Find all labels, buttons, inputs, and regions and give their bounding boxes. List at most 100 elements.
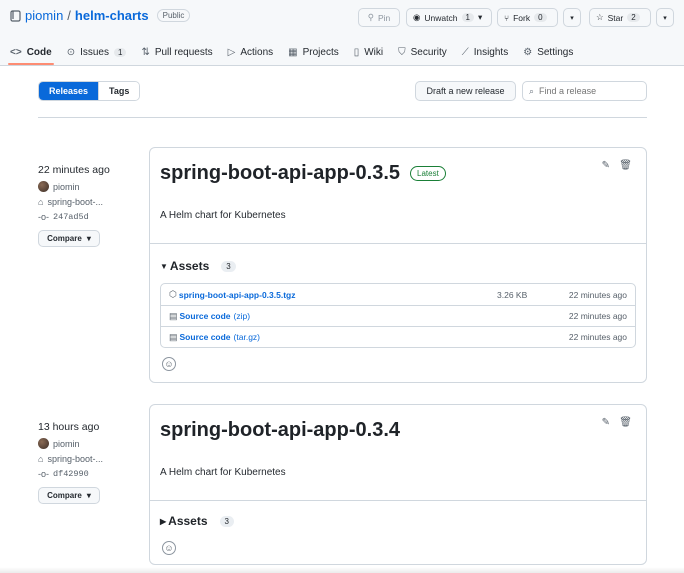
play-icon: ▷ [227,46,236,58]
avatar [38,438,49,449]
compare-button[interactable]: Compare ▾ [38,487,100,504]
assets-toggle[interactable]: ▶ Assets 3 [160,514,234,528]
asset-row[interactable]: ▤ Source code (tar.gz) 22 minutes ago [161,326,635,347]
bottom-shadow [0,567,684,573]
package-icon: ⬡ [169,289,177,299]
repo-owner-link[interactable]: piomin [25,8,63,23]
tab-security[interactable]: ⛉ Security [398,40,447,64]
trash-icon[interactable]: 🗑 [619,160,632,171]
repo-name-link[interactable]: helm-charts [75,8,149,23]
star-button[interactable]: ☆ Star 2 [589,8,651,27]
file-zip-icon: ▤ [169,331,178,342]
assets-count: 3 [221,260,236,272]
release-tag-link[interactable]: ⌂ spring-boot-... [38,454,138,464]
shield-icon: ⛉ [398,46,406,58]
watch-count: 1 [461,13,474,22]
chevron-down-icon: ▾ [86,491,91,500]
chevron-down-icon: ▾ [663,14,667,22]
tag-icon: ⌂ [38,454,44,464]
tags-tab[interactable]: Tags [98,82,140,100]
file-zip-icon: ▤ [169,310,178,321]
tab-issues[interactable]: ⊙ Issues 1 [67,40,127,64]
star-icon: ☆ [596,12,604,22]
search-input[interactable] [539,86,635,96]
chevron-down-icon: ▾ [477,12,483,22]
gear-icon: ⚙ [523,46,533,58]
pin-button[interactable]: ⚲ Pin [358,8,400,27]
fork-dropdown-button[interactable]: ▾ [563,8,581,27]
trash-icon[interactable]: 🗑 [619,417,632,428]
asset-row[interactable]: ▤ Source code (zip) 22 minutes ago [161,305,635,326]
pencil-icon[interactable]: ✎ [602,160,610,171]
release-tag-link[interactable]: ⌂ spring-boot-... [38,197,138,207]
assets-count: 3 [219,515,234,527]
release-card: spring-boot-api-app-0.3.4 ✎ 🗑 A Helm cha… [149,404,647,565]
tab-settings[interactable]: ⚙ Settings [523,40,573,64]
fork-button[interactable]: ⑂ Fork 0 [497,8,558,27]
asset-size: 3.26 KB [497,289,528,300]
chevron-down-icon: ▾ [570,14,574,22]
repo-header: piomin / helm-charts Public ⚲ Pin ◉ Unwat… [0,0,684,66]
tab-insights[interactable]: ⟋ Insights [462,40,508,64]
commit-icon: -o- [38,212,49,222]
book-icon: ▯ [353,46,360,58]
releases-tab[interactable]: Releases [39,82,99,100]
tab-wiki[interactable]: ▯ Wiki [354,40,383,64]
release-description: A Helm chart for Kubernetes [160,210,286,221]
release-author[interactable]: piomin [38,181,138,192]
release-meta: 13 hours ago piomin ⌂ spring-boot-... -o-… [38,421,138,504]
triangle-down-icon: ▼ [160,261,168,271]
pull-request-icon: ⇅ [141,46,150,58]
unwatch-button[interactable]: ◉ Unwatch 1 ▾ [406,8,492,27]
release-title: spring-boot-api-app-0.3.5 Latest [160,162,446,185]
pin-icon: ⚲ [367,12,374,22]
repo-separator: / [67,8,71,23]
assets-toggle[interactable]: ▼ Assets 3 [160,259,236,273]
tab-actions[interactable]: ▷ Actions [228,40,274,64]
compare-button[interactable]: Compare ▾ [38,230,100,247]
release-card: spring-boot-api-app-0.3.5 Latest ✎ 🗑 A H… [149,147,647,383]
commit-icon: -o- [38,469,49,479]
issue-icon: ⊙ [66,46,76,58]
table-icon: ▦ [288,46,298,58]
tab-projects[interactable]: ▦ Projects [288,40,339,64]
releases-tags-toggle: Releases Tags [38,81,141,101]
repo-icon [10,9,21,22]
add-reaction-button[interactable]: ☺ [162,357,176,371]
triangle-right-icon: ▶ [160,516,167,526]
smiley-icon: ☺ [164,359,174,369]
avatar [38,181,49,192]
assets-list: ⬡ spring-boot-api-app-0.3.5.tgz 3.26 KB … [160,283,636,348]
release-author[interactable]: piomin [38,438,138,449]
release-meta: 22 minutes ago piomin ⌂ spring-boot-... -… [38,164,138,247]
asset-row[interactable]: ⬡ spring-boot-api-app-0.3.5.tgz 3.26 KB … [161,284,635,305]
pencil-icon[interactable]: ✎ [602,417,610,428]
chevron-down-icon: ▾ [86,234,91,243]
tab-pull-requests[interactable]: ⇅ Pull requests [141,40,212,64]
graph-icon: ⟋ [461,46,469,58]
code-icon: <> [10,46,22,58]
tab-code[interactable]: <> Code [8,40,54,65]
find-release-field: ⌕ [522,81,647,101]
draft-release-button[interactable]: Draft a new release [415,81,516,101]
release-commit-link[interactable]: -o-df42990 [38,469,138,479]
divider [150,500,646,501]
add-reaction-button[interactable]: ☺ [162,541,176,555]
repo-nav: <> Code ⊙ Issues 1 ⇅ Pull requests ▷ Actions … [8,40,573,65]
repo-title: piomin / helm-charts Public [10,8,191,23]
release-description: A Helm chart for Kubernetes [160,467,286,478]
issues-count: 1 [113,47,127,57]
star-count: 2 [627,13,640,22]
asset-time: 22 minutes ago [568,332,627,342]
release-title-link[interactable]: spring-boot-api-app-0.3.4 [160,419,400,442]
divider [38,117,647,118]
eye-icon: ◉ [413,12,421,22]
smiley-icon: ☺ [164,543,174,553]
star-dropdown-button[interactable]: ▾ [656,8,674,27]
visibility-badge: Public [156,9,191,22]
release-title-link[interactable]: spring-boot-api-app-0.3.5 [160,162,400,185]
release-time: 22 minutes ago [38,164,110,176]
search-icon: ⌕ [529,85,535,96]
release-commit-link[interactable]: -o- 247ad5d [38,212,138,222]
fork-count: 0 [534,13,547,22]
